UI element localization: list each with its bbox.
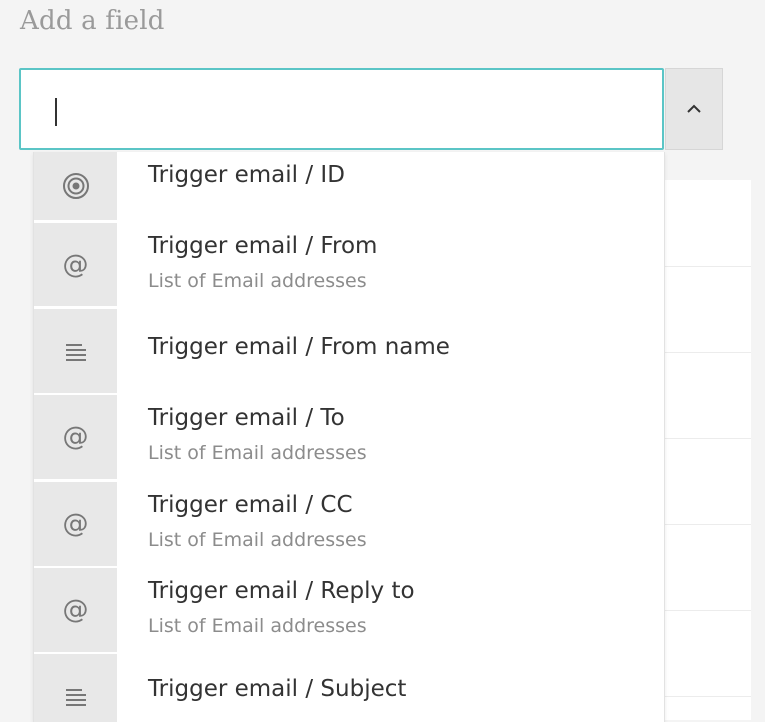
dropdown-toggle-button[interactable]: [665, 68, 723, 150]
option-icon: @: [34, 223, 117, 306]
option-icon: [34, 309, 117, 393]
option-icon: @: [34, 395, 117, 479]
chevron-up-icon: [687, 104, 701, 113]
option-icon: @: [34, 482, 117, 566]
option-title: Trigger email / From name: [148, 334, 450, 360]
field-combobox: [19, 68, 723, 152]
background-divider: [663, 352, 751, 353]
option-title: Trigger email / Reply to: [148, 578, 415, 604]
option-subtitle: List of Email addresses: [148, 442, 367, 464]
list-item-to[interactable]: @ Trigger email / To List of Email addre…: [34, 395, 664, 479]
text-lines-icon: [65, 689, 86, 706]
at-icon: @: [62, 509, 89, 539]
list-item-id[interactable]: Trigger email / ID: [34, 152, 664, 220]
option-title: Trigger email / To: [148, 405, 345, 431]
list-item-from[interactable]: @ Trigger email / From List of Email add…: [34, 223, 664, 306]
background-panel: [663, 180, 751, 720]
target-icon: [62, 173, 89, 199]
search-input[interactable]: [19, 68, 664, 150]
option-title: Trigger email / Subject: [148, 676, 407, 702]
option-title: Trigger email / CC: [148, 492, 353, 518]
list-item-cc[interactable]: @ Trigger email / CC List of Email addre…: [34, 482, 664, 566]
option-subtitle: List of Email addresses: [148, 270, 367, 292]
list-item-reply-to[interactable]: @ Trigger email / Reply to List of Email…: [34, 568, 664, 652]
option-title: Trigger email / From: [148, 233, 378, 259]
background-divider: [663, 696, 751, 697]
text-lines-icon: [65, 344, 86, 361]
option-title: Trigger email / ID: [148, 162, 345, 188]
at-icon: @: [62, 249, 89, 280]
at-icon: @: [62, 595, 89, 625]
background-divider: [663, 610, 751, 611]
option-subtitle: List of Email addresses: [148, 615, 367, 637]
option-icon: @: [34, 568, 117, 652]
dropdown-list: Trigger email / ID @ Trigger email / Fro…: [33, 152, 665, 722]
list-item-from-name[interactable]: Trigger email / From name: [34, 309, 664, 393]
background-divider: [663, 524, 751, 525]
at-icon: @: [62, 422, 89, 452]
option-icon: [34, 152, 117, 220]
background-divider: [663, 438, 751, 439]
option-subtitle: List of Email addresses: [148, 529, 367, 551]
field-label: Add a field: [20, 6, 165, 36]
text-cursor: [55, 98, 57, 126]
background-divider: [663, 266, 751, 267]
